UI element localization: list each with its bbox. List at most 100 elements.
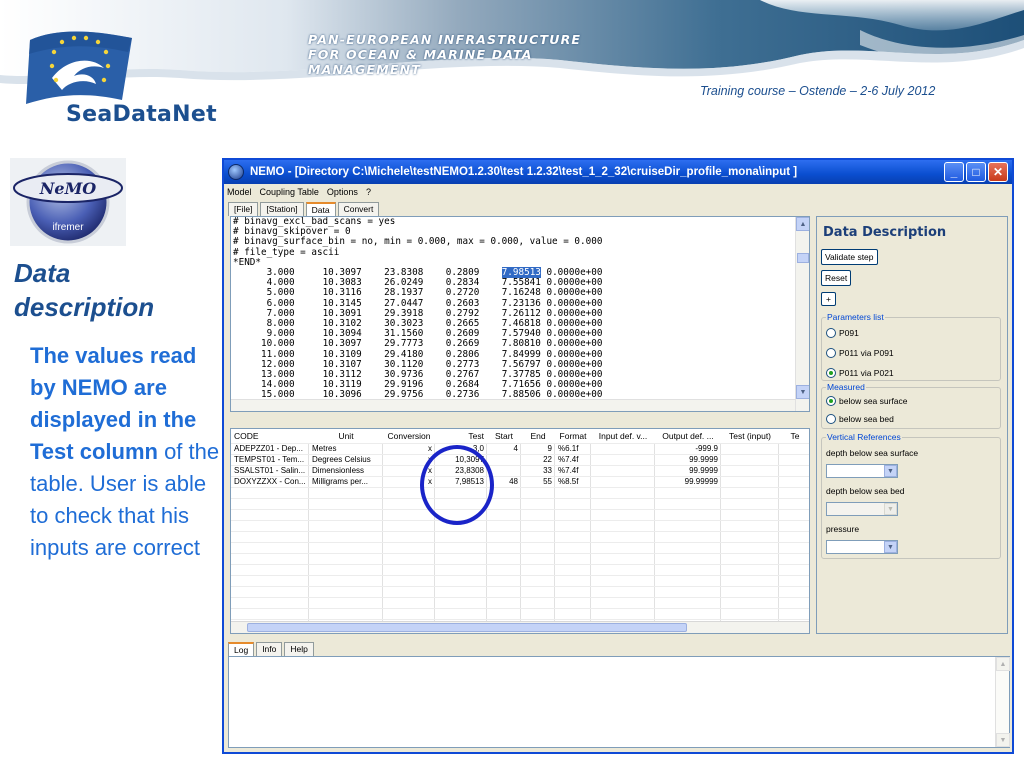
scroll-thumb[interactable] [797, 253, 809, 263]
table-cell[interactable]: %7.4f [555, 454, 591, 465]
tab-log[interactable]: Log [228, 642, 255, 656]
column-header[interactable]: Format [555, 429, 591, 443]
table-horizontal-scrollbar[interactable] [231, 621, 809, 633]
log-tabs: Log Info Help [228, 642, 316, 656]
pressure-select[interactable]: ▼ [826, 540, 898, 554]
table-cell[interactable]: 99.9999 [655, 454, 721, 465]
table-cell[interactable]: %7.4f [555, 465, 591, 476]
tab-help[interactable]: Help [284, 642, 314, 656]
parameter-table[interactable]: CODE ADEPZZ01 - Dep... TEMPST01 - Tem... SS… [230, 428, 810, 634]
training-course-caption: Training course – Ostende – 2-6 July 201… [700, 84, 936, 98]
table-cell[interactable]: Degrees Celsius [309, 454, 383, 465]
title-bar[interactable]: NEMO - [Directory C:\Michele\testNEMO1.2… [224, 160, 1012, 184]
row-divider [231, 454, 809, 455]
column-header[interactable]: Output def. ... [655, 429, 721, 443]
tab-info[interactable]: Info [256, 642, 283, 656]
table-cell[interactable] [591, 465, 655, 476]
scroll-down-arrow-icon[interactable]: ▼ [996, 733, 1010, 747]
table-cell[interactable]: -999.9 [655, 443, 721, 454]
parameters-list-legend: Parameters list [826, 312, 885, 322]
table-cell[interactable] [779, 465, 809, 476]
menu-help[interactable]: ? [366, 187, 371, 197]
radio-below-sea-surface[interactable]: below sea surface [826, 396, 908, 406]
radio-p011-via-p091[interactable]: P011 via P091 [826, 348, 894, 358]
table-cell[interactable]: DOXYZZXX - Con... [231, 476, 309, 487]
row-divider [231, 553, 809, 554]
row-divider [231, 575, 809, 576]
add-button[interactable]: + [821, 292, 836, 306]
maximize-button[interactable]: □ [966, 162, 986, 182]
table-cell[interactable]: 4 [487, 443, 521, 454]
table-cell[interactable]: 99.99999 [655, 476, 721, 487]
table-cell[interactable]: 22 [521, 454, 555, 465]
tab-station[interactable]: [Station] [260, 202, 304, 216]
table-cell[interactable] [779, 476, 809, 487]
column-header[interactable]: Te [779, 429, 809, 443]
table-cell[interactable]: %6.1f [555, 443, 591, 454]
column-header[interactable]: CODE [231, 429, 309, 443]
depth-below-sea-surface-select[interactable]: ▼ [826, 464, 898, 478]
scroll-up-arrow-icon[interactable]: ▲ [996, 657, 1010, 671]
minimize-button[interactable]: _ [944, 162, 964, 182]
table-cell[interactable] [721, 454, 779, 465]
menu-options[interactable]: Options [327, 187, 358, 197]
data-file-viewer[interactable]: # binavg_excl_bad_scans = yes # binavg_s… [230, 216, 810, 412]
scroll-down-arrow-icon[interactable]: ▼ [796, 385, 809, 399]
table-cell[interactable] [591, 476, 655, 487]
column-header[interactable]: Input def. v... [591, 429, 655, 443]
table-cell[interactable] [591, 454, 655, 465]
row-divider [231, 476, 809, 477]
radio-p011-via-p021[interactable]: P011 via P021 [826, 368, 894, 378]
menu-coupling-table[interactable]: Coupling Table [260, 187, 319, 197]
table-cell[interactable]: TEMPST01 - Tem... [231, 454, 309, 465]
column-header[interactable]: Unit [309, 429, 383, 443]
table-cell[interactable]: Metres [309, 443, 383, 454]
table-cell[interactable] [721, 465, 779, 476]
table-scroll-thumb[interactable] [247, 623, 687, 632]
column-header[interactable]: Start [487, 429, 521, 443]
table-cell[interactable]: x [383, 443, 435, 454]
data-vertical-scrollbar[interactable]: ▲ ▼ [795, 217, 809, 411]
table-cell[interactable]: SSALST01 - Salin... [231, 465, 309, 476]
table-cell[interactable]: 55 [521, 476, 555, 487]
row-divider [231, 542, 809, 543]
table-cell[interactable] [779, 443, 809, 454]
column-header[interactable]: End [521, 429, 555, 443]
row-divider [231, 509, 809, 510]
row-divider [231, 520, 809, 521]
log-output-area[interactable]: ▲ ▼ [228, 656, 1010, 748]
table-cell[interactable] [721, 443, 779, 454]
tab-file[interactable]: [File] [228, 202, 259, 216]
reset-button[interactable]: Reset [821, 270, 852, 286]
table-cell[interactable]: Milligrams per... [309, 476, 383, 487]
column-header[interactable]: Test (input) [721, 429, 779, 443]
radio-label: below sea bed [839, 414, 894, 424]
column-header[interactable]: Test [435, 429, 487, 443]
data-file-rows: 3.000 10.3097 23.8308 0.2809 7.98513 0.0… [231, 267, 809, 411]
table-cell[interactable] [487, 454, 521, 465]
table-cell[interactable]: 33 [521, 465, 555, 476]
table-cell[interactable]: ADEPZZ01 - Dep... [231, 443, 309, 454]
table-cell[interactable]: 99.9999 [655, 465, 721, 476]
row-divider [231, 619, 809, 620]
scroll-up-arrow-icon[interactable]: ▲ [796, 217, 809, 231]
table-cell[interactable] [721, 476, 779, 487]
menu-model[interactable]: Model [227, 187, 252, 197]
table-cell[interactable]: Dimensionless [309, 465, 383, 476]
close-button[interactable]: ✕ [988, 162, 1008, 182]
log-vertical-scrollbar[interactable]: ▲ ▼ [995, 657, 1010, 747]
column-header[interactable]: Conversion [383, 429, 435, 443]
slide-title: Data description [14, 256, 154, 324]
data-horizontal-scrollbar[interactable] [231, 399, 795, 411]
tab-data[interactable]: Data [305, 202, 336, 216]
table-cell[interactable] [779, 454, 809, 465]
table-cell[interactable]: %8.5f [555, 476, 591, 487]
table-cell[interactable] [591, 443, 655, 454]
radio-below-sea-bed[interactable]: below sea bed [826, 414, 894, 424]
table-cell[interactable]: 9 [521, 443, 555, 454]
radio-p091[interactable]: P091 [826, 328, 859, 338]
tab-convert[interactable]: Convert [337, 202, 380, 216]
validate-step-button[interactable]: Validate step [821, 249, 878, 265]
nemo-window: NEMO - [Directory C:\Michele\testNEMO1.2… [222, 158, 1014, 754]
radio-p091-indicator [826, 328, 836, 338]
